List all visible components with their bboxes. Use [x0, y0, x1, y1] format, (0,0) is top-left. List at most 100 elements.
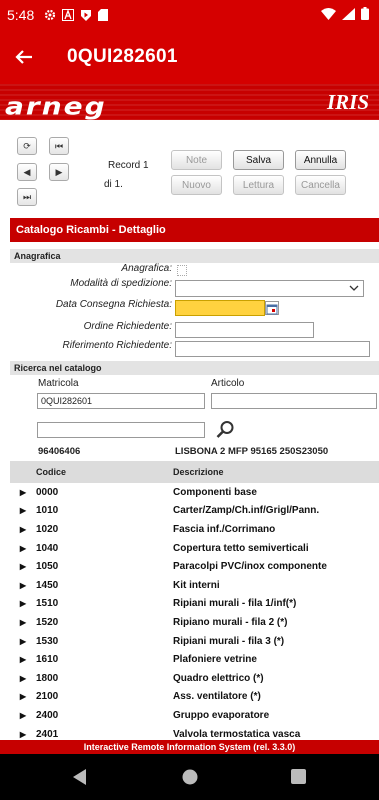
- table-header: Codice Descrizione: [10, 461, 379, 483]
- table-body: ▶ 0000 Componenti base ▶ 1010 Carter/Zamp/Ch.…: [10, 483, 379, 740]
- expand-icon[interactable]: ▶: [10, 618, 36, 627]
- expand-icon[interactable]: ▶: [10, 711, 36, 720]
- expand-icon[interactable]: ▶: [10, 674, 36, 683]
- row-code: 1520: [36, 616, 59, 628]
- main-content: ⟳ ⏮ ◀ ▶ ⏭ Record 1 di 1. Note Salva Annu…: [0, 120, 379, 740]
- next-record-button[interactable]: ▶: [49, 163, 69, 181]
- search-field[interactable]: [37, 422, 205, 438]
- table-row[interactable]: ▶ 1800 Quadro elettrico (*): [10, 669, 379, 688]
- table-row[interactable]: ▶ 2401 Valvola termostatica vasca: [10, 725, 379, 740]
- save-button[interactable]: Salva: [233, 150, 284, 170]
- matricola-field[interactable]: 0QUI282601: [37, 393, 205, 409]
- prev-record-button[interactable]: ◀: [17, 163, 37, 181]
- expand-icon[interactable]: ▶: [10, 562, 36, 571]
- table-row[interactable]: ▶ 1450 Kit interni: [10, 576, 379, 595]
- table-row[interactable]: ▶ 1020 Fascia inf./Corrimano: [10, 520, 379, 539]
- first-record-button[interactable]: ⏮: [49, 137, 69, 155]
- nav-home-button[interactable]: [182, 769, 198, 790]
- row-code: 1610: [36, 654, 59, 666]
- record-counter: Record 1: [108, 160, 149, 171]
- expand-icon[interactable]: ▶: [10, 525, 36, 534]
- iris-logo: IRIS: [326, 90, 369, 114]
- table-row[interactable]: ▶ 0000 Componenti base: [10, 483, 379, 502]
- arneg-logo: arneg: [5, 92, 107, 120]
- product-code: 96406406: [38, 446, 81, 457]
- ordine-label: Ordine Richiedente:: [83, 321, 172, 332]
- expand-icon[interactable]: ▶: [10, 506, 36, 515]
- last-icon: ⏭: [22, 191, 32, 202]
- record-total: di 1.: [104, 179, 123, 190]
- refresh-button[interactable]: ⟳: [17, 137, 37, 155]
- arrow-back-icon: [15, 50, 32, 64]
- row-code: 1800: [36, 672, 59, 684]
- nav-recents-button[interactable]: [291, 769, 306, 789]
- row-description: Gruppo evaporatore: [173, 709, 270, 721]
- expand-icon[interactable]: ▶: [10, 692, 36, 701]
- expand-icon[interactable]: ▶: [10, 655, 36, 664]
- data-consegna-field[interactable]: [175, 300, 265, 316]
- expand-icon[interactable]: ▶: [10, 599, 36, 608]
- parts-table: Codice Descrizione ▶ 0000 Componenti base ▶…: [10, 461, 379, 740]
- data-consegna-label: Data Consegna Richiesta:: [55, 299, 172, 310]
- product-description: LISBONA 2 MFP 95165 250S23050: [175, 446, 329, 457]
- calendar-icon: [266, 304, 278, 315]
- matricola-label: Matricola: [38, 378, 79, 389]
- next-icon: ▶: [55, 166, 63, 177]
- table-row[interactable]: ▶ 1520 Ripiano murali - fila 2 (*): [10, 613, 379, 632]
- app-bar: 0QUI282601: [0, 30, 379, 84]
- anagrafica-checkbox[interactable]: [177, 265, 187, 276]
- ordine-field[interactable]: [175, 322, 314, 338]
- cancel-button[interactable]: Annulla: [295, 150, 346, 170]
- row-description: Valvola termostatica vasca: [173, 728, 301, 740]
- expand-icon[interactable]: ▶: [10, 544, 36, 553]
- expand-icon[interactable]: ▶: [10, 581, 36, 590]
- note-button[interactable]: Note: [171, 150, 222, 170]
- table-row[interactable]: ▶ 1510 Ripiani murali - fila 1/inf(*): [10, 595, 379, 614]
- modalita-label: Modalità di spedizione:: [70, 278, 172, 289]
- table-row[interactable]: ▶ 2400 Gruppo evaporatore: [10, 706, 379, 725]
- row-code: 2400: [36, 709, 59, 721]
- nav-home-icon: [182, 769, 198, 785]
- row-code: 1530: [36, 635, 59, 647]
- settings-icon: [45, 9, 56, 21]
- search-button[interactable]: [216, 420, 235, 444]
- row-description: Ripiano murali - fila 2 (*): [173, 616, 288, 628]
- refresh-icon: ⟳: [23, 140, 31, 151]
- nav-back-button[interactable]: [73, 769, 87, 790]
- section-anagrafica: Anagrafica: [10, 249, 379, 263]
- expand-icon[interactable]: ▶: [10, 637, 36, 646]
- read-button[interactable]: Lettura: [233, 175, 284, 195]
- new-button[interactable]: Nuovo: [171, 175, 222, 195]
- arneg-banner: arneg IRIS: [0, 84, 379, 120]
- signal-icon: [342, 7, 355, 20]
- articolo-field[interactable]: [211, 393, 377, 409]
- table-row[interactable]: ▶ 1530 Ripiani murali - fila 3 (*): [10, 632, 379, 651]
- status-bar: 5:48: [0, 0, 379, 30]
- row-description: Quadro elettrico (*): [173, 672, 264, 684]
- panel-title: Catalogo Ricambi - Dettaglio: [10, 218, 379, 242]
- last-record-button[interactable]: ⏭: [17, 188, 37, 206]
- expand-icon[interactable]: ▶: [10, 488, 36, 497]
- wifi-icon: [321, 7, 336, 20]
- nav-recents-icon: [291, 769, 306, 784]
- table-row[interactable]: ▶ 2100 Ass. ventilatore (*): [10, 688, 379, 707]
- row-description: Carter/Zamp/Ch.inf/Grigl/Pann.: [173, 505, 320, 517]
- riferimento-field[interactable]: [175, 341, 370, 357]
- page-title: 0QUI282601: [67, 46, 178, 67]
- table-row[interactable]: ▶ 1610 Plafoniere vetrine: [10, 650, 379, 669]
- table-row[interactable]: ▶ 1050 Paracolpi PVC/inox componente: [10, 557, 379, 576]
- row-code: 1020: [36, 523, 59, 535]
- delete-button[interactable]: Cancella: [295, 175, 346, 195]
- header-descrizione: Descrizione: [173, 467, 224, 477]
- row-description: Ass. ventilatore (*): [173, 691, 261, 703]
- row-description: Plafoniere vetrine: [173, 654, 257, 666]
- calendar-button[interactable]: [265, 301, 279, 315]
- row-code: 2100: [36, 691, 59, 703]
- modalita-select[interactable]: [175, 280, 364, 297]
- table-row[interactable]: ▶ 1040 Copertura tetto semiverticali: [10, 539, 379, 558]
- expand-icon[interactable]: ▶: [10, 730, 36, 739]
- nav-back-icon: [73, 769, 86, 785]
- section-ricerca: Ricerca nel catalogo: [10, 361, 379, 375]
- table-row[interactable]: ▶ 1010 Carter/Zamp/Ch.inf/Grigl/Pann.: [10, 502, 379, 521]
- back-button[interactable]: [15, 45, 39, 69]
